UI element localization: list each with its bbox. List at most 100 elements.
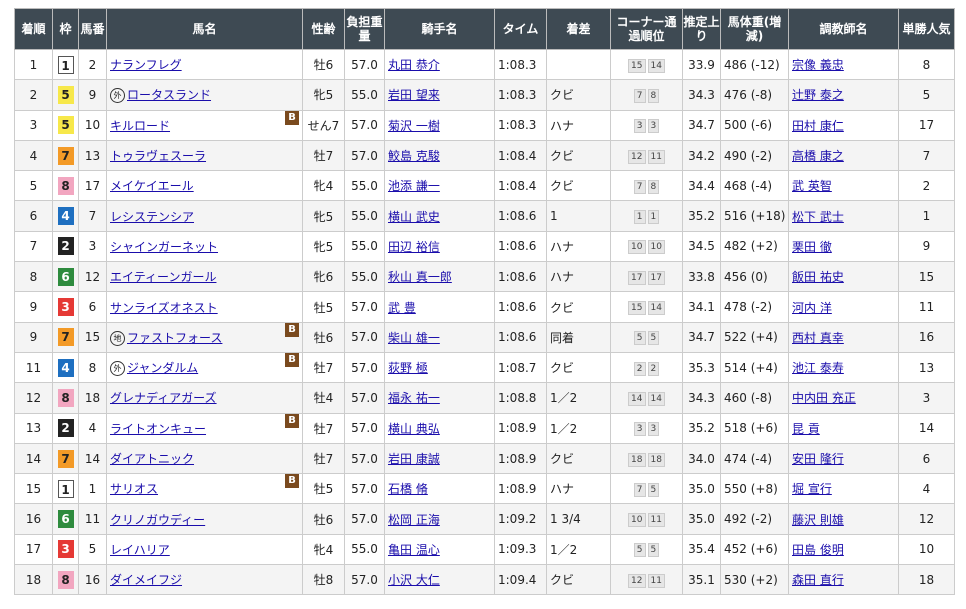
weight-cell: 57.0 (344, 291, 385, 323)
jockey-link[interactable]: 田辺 裕信 (388, 240, 440, 254)
margin-cell: クビ (546, 351, 611, 384)
popularity-cell: 13 (898, 351, 955, 384)
margin-cell: 1／2 (546, 533, 611, 566)
jockey-link[interactable]: 丸田 恭介 (388, 58, 440, 72)
trainer-cell: 森田 直行 (788, 564, 899, 596)
jockey-link[interactable]: 秋山 真一郎 (388, 270, 452, 284)
trainer-link[interactable]: 辻野 泰之 (792, 88, 844, 102)
horse-name-link[interactable]: ダイメイフジ (110, 573, 182, 587)
horse-name-link[interactable]: ライトオンキュー (110, 422, 206, 436)
trainer-link[interactable]: 田島 俊明 (792, 543, 844, 557)
trainer-link[interactable]: 高橋 康之 (792, 149, 844, 163)
horse-name-link[interactable]: シャインガーネット (110, 240, 218, 254)
horse-name-link[interactable]: ダイアトニック (110, 452, 194, 466)
jockey-link[interactable]: 福永 祐一 (388, 391, 440, 405)
trainer-link[interactable]: 森田 直行 (792, 573, 844, 587)
popularity-cell: 8 (898, 48, 955, 81)
horse-name-cell: ライトオンキュー B (106, 412, 303, 444)
jockey-link[interactable]: 横山 武史 (388, 210, 440, 224)
horse-name-link[interactable]: レシステンシア (110, 210, 194, 224)
body-weight-cell: 456 (0) (720, 261, 789, 293)
trainer-link[interactable]: 飯田 祐史 (792, 270, 844, 284)
horse-name-link[interactable]: レイハリア (110, 543, 170, 557)
trainer-link[interactable]: 堀 宣行 (792, 482, 832, 496)
horse-name-link[interactable]: ジャンダルム (127, 361, 198, 375)
table-row: 15 1 1 サリオス B 牡5 57.0 石橋 脩 1:08.9 ハナ 7 5 35.0 550 (+8… (14, 473, 955, 505)
jockey-link[interactable]: 横山 典弘 (388, 422, 440, 436)
horse-name-link[interactable]: トゥラヴェスーラ (110, 149, 206, 163)
trainer-cell: 田島 俊明 (788, 533, 899, 566)
horse-name-link[interactable]: メイケイエール (110, 179, 194, 193)
margin-cell: ハナ (546, 473, 611, 505)
popularity-cell: 3 (898, 382, 955, 414)
horse-name-link[interactable]: ナランフレグ (110, 58, 182, 72)
rank-cell: 18 (14, 564, 53, 596)
sex-age-cell: せん7 (302, 109, 345, 141)
horse-name-link[interactable]: エイティーンガール (110, 270, 216, 284)
table-row: 13 2 4 ライトオンキュー B 牡7 57.0 横山 典弘 1:08.9 1／2 3 3 35.2 5… (14, 412, 955, 444)
horse-name-link[interactable]: サンライズオネスト (110, 301, 218, 315)
time-cell: 1:08.6 (494, 321, 547, 353)
trainer-link[interactable]: 池江 泰寿 (792, 361, 844, 375)
horse-name-link[interactable]: クリノガウディー (110, 513, 205, 527)
trainer-link[interactable]: 田村 康仁 (792, 119, 844, 133)
weight-cell: 55.0 (344, 200, 385, 232)
sex-age-cell: 牡4 (302, 382, 345, 414)
waku-cell: 1 (52, 473, 79, 505)
margin-cell: クビ (546, 170, 611, 202)
horse-name-link[interactable]: サリオス (110, 482, 158, 496)
trainer-link[interactable]: 中内田 充正 (792, 391, 856, 405)
body-weight-cell: 550 (+8) (720, 473, 789, 505)
corner-cell: 55 (610, 321, 683, 353)
rank-cell: 6 (14, 200, 53, 232)
trainer-link[interactable]: 武 英智 (792, 179, 832, 193)
jockey-cell: 田辺 裕信 (384, 230, 495, 263)
jockey-link[interactable]: 岩田 望来 (388, 88, 440, 102)
trainer-link[interactable]: 藤沢 則雄 (792, 513, 844, 527)
trainer-cell: 栗田 徹 (788, 230, 899, 263)
body-weight-cell: 452 (+6) (720, 533, 789, 566)
trainer-link[interactable]: 河内 洋 (792, 301, 832, 315)
popularity-cell: 10 (898, 533, 955, 566)
jockey-link[interactable]: 石橋 脩 (388, 482, 428, 496)
jockey-link[interactable]: 菊沢 一樹 (388, 119, 440, 133)
waku-cell: 5 (52, 79, 79, 111)
blinker-icon: B (285, 414, 299, 428)
jockey-link[interactable]: 池添 謙一 (388, 179, 440, 193)
trainer-link[interactable]: 昆 貢 (792, 422, 820, 436)
body-weight-cell: 486 (-12) (720, 48, 789, 81)
jockey-cell: 石橋 脩 (384, 473, 495, 505)
trainer-link[interactable]: 宗像 義忠 (792, 58, 844, 72)
jockey-link[interactable]: 松岡 正海 (388, 513, 440, 527)
weight-cell: 57.0 (344, 382, 385, 414)
header-popularity: 単勝人気 (898, 8, 955, 50)
horse-name-link[interactable]: ロータスランド (127, 88, 211, 102)
trainer-link[interactable]: 安田 隆行 (792, 452, 844, 466)
jockey-link[interactable]: 柴山 雄一 (388, 331, 440, 345)
trainer-link[interactable]: 松下 武士 (792, 210, 844, 224)
waku-cell: 2 (52, 230, 79, 263)
trainer-cell: 田村 康仁 (788, 109, 899, 141)
jockey-link[interactable]: 荻野 極 (388, 361, 428, 375)
popularity-cell: 2 (898, 170, 955, 202)
corner-cell: 55 (610, 533, 683, 566)
header-time: タイム (494, 8, 547, 50)
trainer-link[interactable]: 栗田 徹 (792, 240, 832, 254)
jockey-link[interactable]: 鮫島 克駿 (388, 149, 440, 163)
corner-position: 5 (647, 331, 660, 346)
horse-name-link[interactable]: キルロード (110, 119, 170, 133)
horse-name-link[interactable]: ファストフォース (127, 331, 222, 345)
jockey-link[interactable]: 亀田 温心 (388, 543, 440, 557)
weight-cell: 57.0 (344, 321, 385, 353)
sex-age-cell: 牝5 (302, 200, 345, 232)
header-horse-name: 馬名 (106, 8, 303, 50)
jockey-link[interactable]: 武 豊 (388, 301, 416, 315)
trainer-link[interactable]: 西村 真幸 (792, 331, 844, 345)
rank-cell: 4 (14, 139, 53, 172)
trainer-cell: 安田 隆行 (788, 442, 899, 475)
horse-name-link[interactable]: グレナディアガーズ (110, 391, 217, 405)
waku-cell: 3 (52, 533, 79, 566)
corner-position: 1 (647, 210, 660, 225)
jockey-link[interactable]: 岩田 康誠 (388, 452, 440, 466)
jockey-link[interactable]: 小沢 大仁 (388, 573, 440, 587)
